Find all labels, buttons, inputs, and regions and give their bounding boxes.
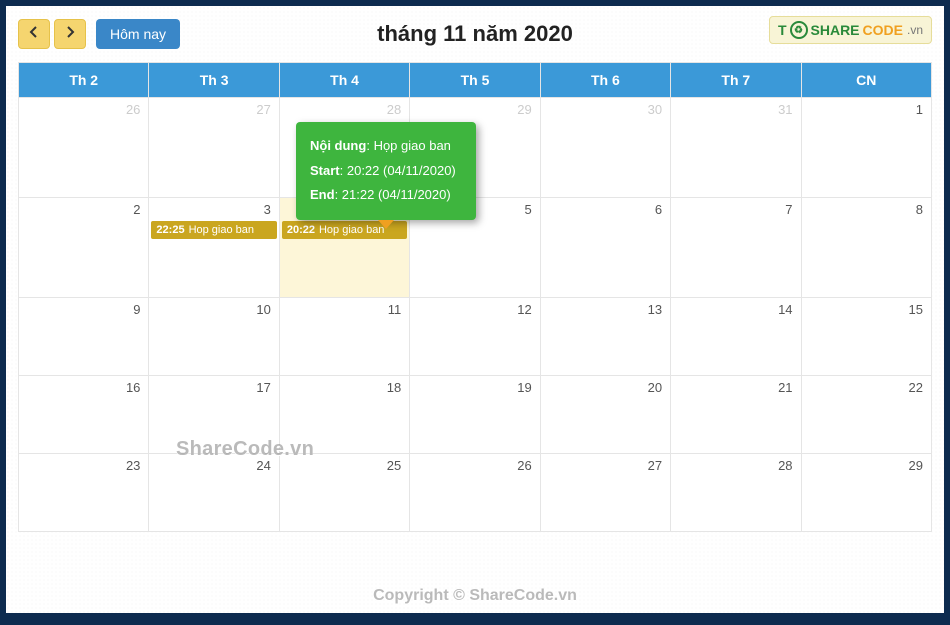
day-cell[interactable]: 25 (279, 454, 409, 532)
next-month-button[interactable] (54, 19, 86, 49)
day-number: 18 (280, 376, 409, 399)
day-number: 29 (410, 98, 539, 121)
day-number: 3 (149, 198, 278, 221)
day-number: 26 (410, 454, 539, 477)
event-tooltip: Nội dung: Họp giao ban Start: 20:22 (04/… (296, 122, 476, 220)
day-number: 30 (541, 98, 670, 121)
day-number: 20 (541, 376, 670, 399)
weekday-header: Th 2 (19, 63, 149, 98)
day-number: 13 (541, 298, 670, 321)
day-number: 28 (280, 98, 409, 121)
footer-copyright: Copyright © ShareCode.vn (6, 587, 944, 605)
day-cell[interactable]: 9 (19, 298, 149, 376)
chevron-right-icon (65, 25, 75, 43)
day-number: 6 (541, 198, 670, 221)
day-cell[interactable]: 15 (801, 298, 931, 376)
chevron-left-icon (29, 25, 39, 43)
event-time: 22:25 (156, 224, 184, 236)
day-cell[interactable]: 6 (540, 198, 670, 298)
day-number: 26 (19, 98, 148, 121)
day-cell[interactable]: 21 (671, 376, 801, 454)
weekday-header: Th 3 (149, 63, 279, 98)
prev-month-button[interactable] (18, 19, 50, 49)
day-number: 15 (802, 298, 931, 321)
day-number: 19 (410, 376, 539, 399)
weekday-header: Th 6 (540, 63, 670, 98)
weekday-header: CN (801, 63, 931, 98)
day-number: 28 (671, 454, 800, 477)
day-cell[interactable]: 20 (540, 376, 670, 454)
day-cell[interactable]: 18 (279, 376, 409, 454)
event-title: Hop giao ban (189, 224, 254, 236)
day-cell[interactable]: 13 (540, 298, 670, 376)
day-number: 11 (280, 298, 409, 321)
day-cell[interactable]: 28 (671, 454, 801, 532)
day-number: 7 (671, 198, 800, 221)
day-cell[interactable]: 26 (19, 98, 149, 198)
day-cell[interactable]: 31 (671, 98, 801, 198)
day-cell[interactable]: 23 (19, 454, 149, 532)
day-number: 8 (802, 198, 931, 221)
day-number: 12 (410, 298, 539, 321)
day-cell[interactable]: 8 (801, 198, 931, 298)
event-time: 20:22 (287, 224, 315, 236)
day-number: 25 (280, 454, 409, 477)
day-cell[interactable]: 16 (19, 376, 149, 454)
day-cell[interactable]: 27 (149, 98, 279, 198)
day-cell[interactable]: 27 (540, 454, 670, 532)
day-cell[interactable]: 29 (801, 454, 931, 532)
day-cell[interactable]: 24 (149, 454, 279, 532)
day-number: 24 (149, 454, 278, 477)
day-number: 9 (19, 298, 148, 321)
day-number: 29 (802, 454, 931, 477)
day-number: 2 (19, 198, 148, 221)
day-number: 14 (671, 298, 800, 321)
recycle-icon: ♻ (790, 21, 808, 39)
event-chip[interactable]: 22:25 Hop giao ban (151, 221, 276, 239)
today-button[interactable]: Hôm nay (96, 19, 180, 49)
day-number: 27 (149, 98, 278, 121)
day-cell[interactable]: 10 (149, 298, 279, 376)
day-cell[interactable]: 11 (279, 298, 409, 376)
calendar-toolbar: Hôm nay tháng 11 năm 2020 T ♻ SHARECODE.… (18, 16, 932, 52)
day-cell[interactable]: 17 (149, 376, 279, 454)
event-title: Hop giao ban (319, 224, 384, 236)
day-number: 23 (19, 454, 148, 477)
day-number: 16 (19, 376, 148, 399)
day-number: 10 (149, 298, 278, 321)
day-cell[interactable]: 22 (801, 376, 931, 454)
weekday-header: Th 4 (279, 63, 409, 98)
day-cell[interactable]: 14 (671, 298, 801, 376)
day-number: 17 (149, 376, 278, 399)
day-cell[interactable]: 19 (410, 376, 540, 454)
day-number: 27 (541, 454, 670, 477)
day-number: 22 (802, 376, 931, 399)
day-cell[interactable]: 26 (410, 454, 540, 532)
weekday-header: Th 5 (410, 63, 540, 98)
day-cell[interactable]: 7 (671, 198, 801, 298)
day-number: 1 (802, 98, 931, 121)
weekday-header: Th 7 (671, 63, 801, 98)
day-cell[interactable]: 1 (801, 98, 931, 198)
day-number: 31 (671, 98, 800, 121)
brand-logo: T ♻ SHARECODE.vn (769, 16, 932, 44)
day-cell[interactable]: 30 (540, 98, 670, 198)
day-cell[interactable]: 3 22:25 Hop giao ban (149, 198, 279, 298)
day-cell[interactable]: 2 (19, 198, 149, 298)
day-number: 21 (671, 376, 800, 399)
day-cell[interactable]: 12 (410, 298, 540, 376)
